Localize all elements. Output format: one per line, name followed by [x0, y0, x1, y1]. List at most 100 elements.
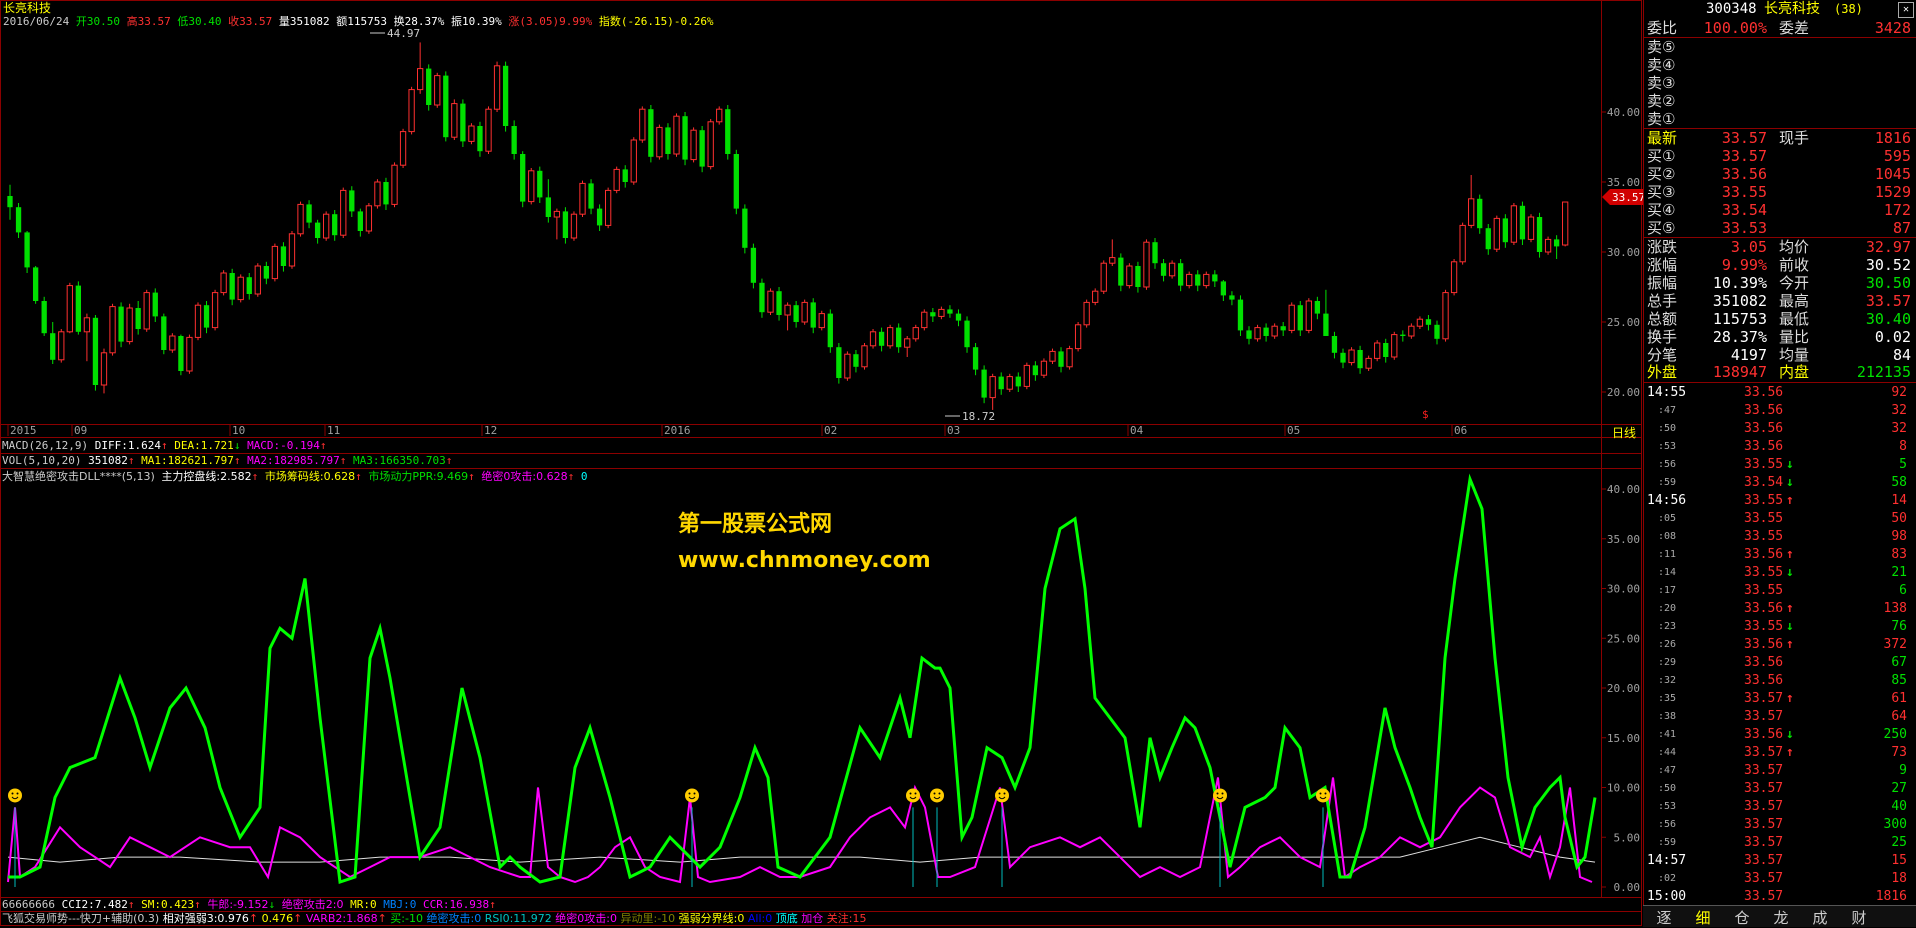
tick-row: :17 33.55 6 — [1658, 583, 1907, 598]
tick-row: :29 33.56 67 — [1658, 655, 1907, 670]
candle — [1212, 270, 1218, 287]
buy-level-row: 买② 33.56 1045 — [1647, 165, 1911, 183]
bottom-indicator-line-2: 飞狐交易师势---快刀+辅助(0.3) 相对强弱3:0.976↑ 0.476↑ … — [2, 912, 867, 925]
candle — [827, 309, 833, 353]
candle — [810, 298, 816, 334]
candle — [1425, 315, 1432, 331]
price-axis-label: 20.00 — [1607, 386, 1640, 399]
time-axis-label: 11 — [327, 424, 340, 437]
header-high: 高33.57 — [126, 15, 171, 28]
dll-green-line — [8, 473, 1597, 885]
tab-2[interactable]: 仓 — [1725, 907, 1759, 927]
candle — [1074, 322, 1082, 352]
price-axis-label: 40.00 — [1607, 106, 1640, 119]
candle — [502, 61, 509, 132]
candle — [332, 210, 338, 241]
candle — [947, 305, 953, 318]
candle — [596, 204, 603, 231]
sell-level-row: 卖⑤ — [1647, 38, 1676, 56]
tab-0[interactable]: 逐 — [1647, 907, 1681, 927]
sell-level-row: 卖④ — [1647, 56, 1676, 74]
stock-count: (38) — [1834, 2, 1863, 16]
candle — [793, 301, 799, 328]
period-label[interactable]: 日线 — [1612, 426, 1636, 440]
tab-5[interactable]: 财 — [1842, 907, 1876, 927]
candle — [673, 113, 680, 157]
candle — [83, 313, 91, 362]
candle — [912, 324, 919, 342]
candle — [998, 372, 1004, 395]
candle — [1493, 215, 1500, 252]
price-axis-label: 25.00 — [1607, 316, 1640, 329]
candle — [682, 112, 688, 166]
signal-smiley-icon — [685, 788, 699, 803]
candle — [186, 334, 193, 374]
candle — [50, 322, 56, 364]
candle — [1477, 194, 1483, 234]
candle — [32, 266, 39, 304]
candle — [1365, 355, 1372, 371]
buy-level-row: 买③ 33.55 1529 — [1647, 183, 1911, 201]
time-axis-label: 10 — [232, 424, 245, 437]
header-open: 开30.50 — [75, 15, 120, 28]
time-axis-label: 02 — [824, 424, 837, 437]
tick-row: :08 33.55 98 — [1658, 529, 1907, 544]
candle — [1058, 347, 1064, 373]
candle — [485, 106, 492, 154]
header-date: 2016/06/24 — [3, 15, 70, 28]
candle — [562, 207, 569, 244]
candle — [349, 186, 355, 217]
candle — [1485, 224, 1491, 255]
sell-level-row: 卖② — [1647, 92, 1676, 110]
candle — [383, 177, 389, 210]
indicator-axis: 40.00 35.00 30.00 25.00 20.00 15.00 10.00 5.00 0… — [1601, 483, 1640, 894]
candle — [1066, 345, 1073, 370]
candle — [836, 343, 842, 384]
header-amplitude: 振10.39% — [450, 15, 502, 28]
candle — [460, 99, 466, 147]
signal-smiley-icon — [8, 788, 22, 803]
candle — [58, 329, 65, 363]
candle — [1135, 261, 1141, 293]
candle — [1434, 320, 1440, 345]
candle — [750, 243, 757, 289]
candle — [1340, 348, 1346, 369]
tick-row: :35 33.57 ↑ 61 — [1658, 691, 1907, 706]
candle — [1305, 298, 1312, 334]
buy-level-row: 买④ 33.54 172 — [1647, 201, 1911, 219]
close-icon[interactable]: ✕ — [1898, 2, 1914, 18]
time-axis-label: 2015 — [10, 424, 37, 437]
header-volume: 量351082 — [278, 15, 330, 28]
candle — [1288, 302, 1295, 334]
candle — [725, 105, 731, 160]
signal-smiley-icon — [995, 788, 1009, 803]
candle — [1203, 271, 1210, 289]
tick-row: :32 33.56 85 — [1658, 673, 1907, 688]
tab-3[interactable]: 龙 — [1764, 907, 1798, 927]
candle — [955, 309, 962, 327]
candle — [716, 106, 723, 125]
candle — [246, 273, 252, 300]
candle — [15, 203, 22, 238]
tab-1[interactable]: 细 — [1686, 907, 1720, 927]
tab-4[interactable]: 成 — [1803, 907, 1837, 927]
candle — [699, 126, 705, 173]
tick-row: :56 33.57 300 — [1658, 817, 1907, 832]
candle — [1400, 330, 1406, 342]
candle — [1442, 289, 1449, 342]
tick-row: :53 33.57 40 — [1658, 799, 1907, 814]
candle — [1092, 288, 1099, 306]
stats-row: 总手 351082 最高 33.57 — [1647, 292, 1911, 310]
candle — [520, 151, 526, 208]
candle — [570, 211, 578, 241]
candle — [742, 204, 748, 254]
candle — [579, 180, 586, 217]
sell-level-row: 卖① — [1647, 110, 1676, 128]
indicator-axis-label: 25.00 — [1607, 632, 1640, 645]
tick-row: :20 33.56 ↑ 138 — [1658, 601, 1907, 616]
candle — [886, 324, 894, 349]
candle — [1519, 201, 1526, 245]
candle — [493, 61, 501, 112]
candle — [443, 71, 449, 142]
candle — [1126, 263, 1133, 289]
